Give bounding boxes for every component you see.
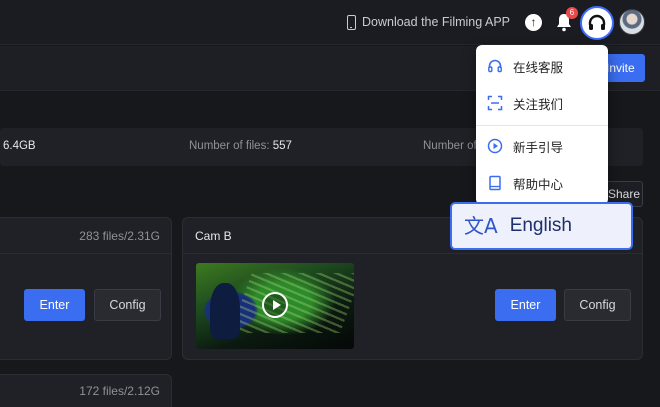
download-app-label: Download the Filming APP <box>362 15 510 29</box>
card-title: Cam B <box>195 229 232 243</box>
headset-icon <box>488 59 502 73</box>
play-icon[interactable] <box>262 292 288 318</box>
card-meta: 283 files/2.31G <box>79 229 160 243</box>
language-label: English <box>509 215 573 236</box>
menu-item-online-service[interactable]: 在线客服 <box>476 48 608 84</box>
camera-card: 283 files/2.31G Enter Config <box>0 217 172 360</box>
storage-size: 6.4GB <box>3 140 36 152</box>
support-dropdown-menu: 在线客服 关注我们 新手引导 帮助中心 <box>476 45 608 205</box>
menu-item-label: 关注我们 <box>513 96 564 112</box>
enter-button[interactable]: Enter <box>495 289 556 321</box>
language-option-english[interactable]: 文A English <box>450 202 633 250</box>
headset-icon <box>588 14 606 30</box>
menu-item-label: 帮助中心 <box>513 176 564 192</box>
camera-card: 172 files/2.12G <box>0 374 172 407</box>
menu-item-follow-us[interactable]: 关注我们 <box>476 85 608 121</box>
download-app-link[interactable]: Download the Filming APP <box>347 12 510 32</box>
phone-icon <box>347 14 356 30</box>
menu-item-label: 新手引导 <box>513 139 564 155</box>
book-icon <box>489 175 501 191</box>
thumbnail-streak <box>230 273 354 333</box>
notification-badge: 6 <box>566 7 578 19</box>
config-button[interactable]: Config <box>94 289 161 321</box>
video-thumbnail[interactable] <box>196 263 354 349</box>
card-meta: 172 files/2.12G <box>79 384 160 398</box>
config-button[interactable]: Config <box>564 289 631 321</box>
enter-button[interactable]: Enter <box>24 289 85 321</box>
menu-divider <box>476 125 608 126</box>
menu-item-beginner-guide[interactable]: 新手引导 <box>476 128 608 164</box>
user-avatar[interactable] <box>619 9 645 35</box>
menu-item-help-center[interactable]: 帮助中心 <box>476 165 608 201</box>
translate-icon: 文A <box>464 214 498 238</box>
file-count-partial: Number of <box>423 140 477 152</box>
file-count: Number of files: 557 <box>189 140 292 152</box>
thumbnail-figure <box>210 283 240 339</box>
upload-icon[interactable]: ↑ <box>525 14 542 31</box>
menu-item-label: 在线客服 <box>513 59 564 75</box>
support-button[interactable] <box>580 6 614 40</box>
play-circle-icon <box>487 138 503 154</box>
scan-icon <box>487 95 503 111</box>
